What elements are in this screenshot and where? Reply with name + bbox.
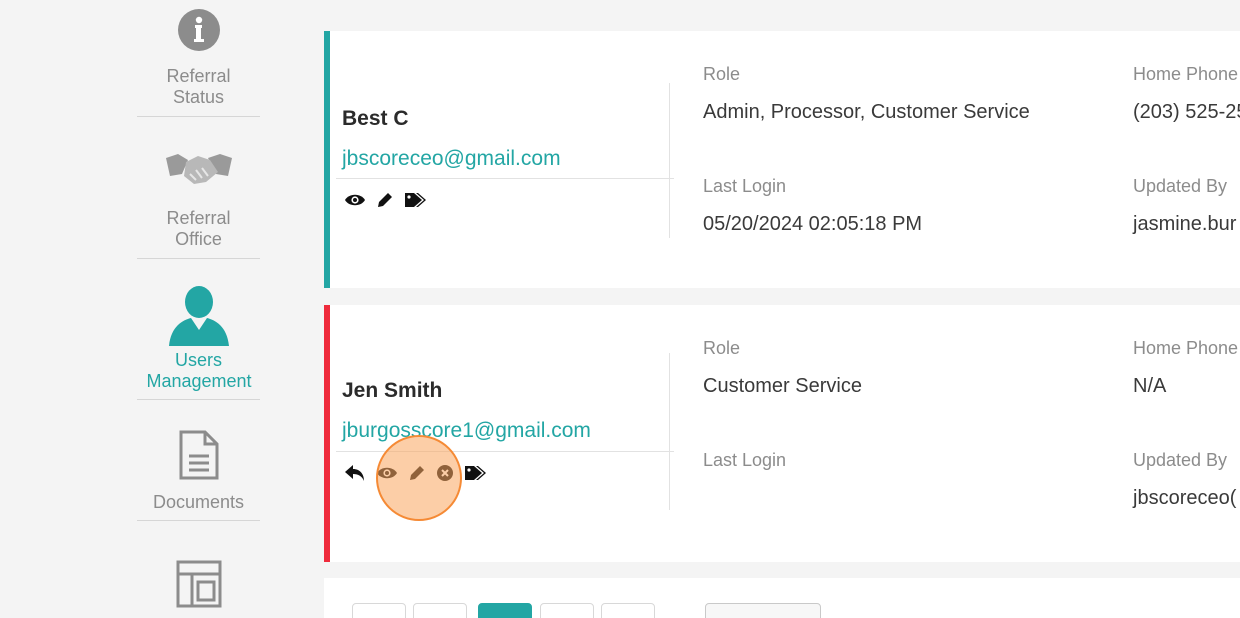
page-size-select[interactable] bbox=[705, 603, 821, 618]
sidebar-item-label: Management bbox=[146, 371, 252, 391]
sidebar-item-label: Referral bbox=[166, 208, 231, 228]
document-icon bbox=[179, 430, 218, 480]
sidebar-item-label: Documents bbox=[152, 492, 245, 512]
sidebar-item-referral-status[interactable]: Referral Status bbox=[137, 0, 260, 110]
sidebar-item-users-management[interactable]: Users Management bbox=[137, 280, 260, 394]
sidebar-item-label: Office bbox=[175, 229, 222, 249]
sidebar-divider bbox=[137, 258, 260, 259]
updated-by-label: Updated By bbox=[1133, 176, 1228, 196]
sidebar-item-templates[interactable] bbox=[137, 556, 260, 618]
sidebar-item-label: Referral bbox=[166, 66, 231, 86]
user-name: Jen Smith bbox=[342, 379, 443, 402]
user-name: Best C bbox=[342, 107, 409, 130]
sidebar-item-label: Users bbox=[174, 350, 222, 370]
updated-by-value: jbscoreceo( bbox=[1133, 487, 1237, 509]
home-phone-value: (203) 525-25 bbox=[1133, 101, 1240, 123]
user-card: Jen Smith jburgosscore1@gmail.com Role C… bbox=[324, 305, 1240, 562]
role-label: Role bbox=[703, 338, 741, 358]
role-value: Customer Service bbox=[703, 375, 862, 397]
pagination-first-button[interactable] bbox=[352, 603, 406, 618]
role-value: Admin, Processor, Customer Service bbox=[703, 101, 1030, 123]
home-phone-label: Home Phone bbox=[1133, 64, 1239, 84]
edit-icon[interactable] bbox=[408, 464, 426, 482]
pagination-next-button[interactable] bbox=[540, 603, 594, 618]
last-login-value: 05/20/2024 02:05:18 PM bbox=[703, 213, 923, 235]
user-card: Best C jbscoreceo@gmail.com Role Admin, … bbox=[324, 31, 1240, 288]
sidebar-divider bbox=[137, 116, 260, 117]
divider bbox=[336, 178, 674, 179]
user-email-link[interactable]: jburgosscore1@gmail.com bbox=[342, 419, 591, 443]
view-icon[interactable] bbox=[376, 465, 398, 481]
template-icon bbox=[176, 560, 221, 608]
sidebar: Referral Status Referral Office Users Ma… bbox=[0, 0, 330, 618]
tags-icon[interactable] bbox=[404, 191, 428, 209]
home-phone-label: Home Phone bbox=[1133, 338, 1239, 358]
divider bbox=[669, 83, 670, 238]
divider bbox=[336, 451, 674, 452]
sidebar-item-documents[interactable]: Documents bbox=[137, 420, 260, 516]
page: Referral Status Referral Office Users Ma… bbox=[0, 0, 1240, 618]
home-phone-value: N/A bbox=[1133, 375, 1167, 397]
user-email-link[interactable]: jbscoreceo@gmail.com bbox=[342, 147, 561, 171]
deactivate-icon[interactable] bbox=[436, 464, 454, 482]
updated-by-value: jasmine.bur bbox=[1133, 213, 1237, 235]
handshake-icon bbox=[165, 154, 232, 184]
tags-icon[interactable] bbox=[464, 464, 488, 482]
user-actions bbox=[344, 191, 428, 209]
sidebar-divider bbox=[137, 399, 260, 400]
pagination-page-active[interactable] bbox=[478, 603, 532, 618]
last-login-label: Last Login bbox=[703, 176, 787, 196]
user-icon bbox=[168, 286, 229, 346]
sidebar-divider bbox=[137, 520, 260, 521]
sidebar-item-referral-office[interactable]: Referral Office bbox=[137, 140, 260, 252]
user-actions bbox=[344, 464, 488, 482]
role-label: Role bbox=[703, 64, 741, 84]
pagination-last-button[interactable] bbox=[601, 603, 655, 618]
pagination-prev-button[interactable] bbox=[413, 603, 467, 618]
edit-icon[interactable] bbox=[376, 191, 394, 209]
sidebar-item-label: Status bbox=[172, 87, 225, 107]
info-circle-icon bbox=[177, 9, 220, 51]
view-icon[interactable] bbox=[344, 192, 366, 208]
divider bbox=[669, 353, 670, 510]
reply-icon[interactable] bbox=[344, 464, 366, 482]
updated-by-label: Updated By bbox=[1133, 450, 1228, 470]
last-login-label: Last Login bbox=[703, 450, 787, 470]
